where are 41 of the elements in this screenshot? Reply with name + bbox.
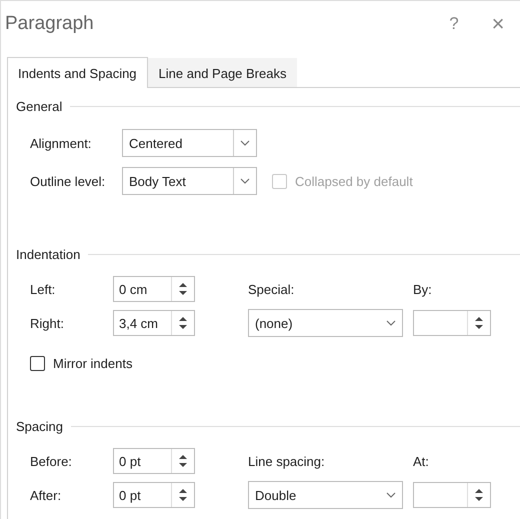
field-label: After: — [30, 488, 62, 502]
field-label: By: — [413, 282, 432, 296]
chevron-down-icon — [240, 178, 250, 184]
outline-level-dropdown[interactable]: Body Text — [122, 167, 257, 195]
right-indent-spinner[interactable]: 3,4 cm — [113, 310, 195, 336]
spin-arrows-icon — [475, 316, 483, 330]
left-indent-spinner[interactable]: 0 cm — [113, 276, 195, 302]
after-spacing-spinner[interactable]: 0 pt — [113, 482, 195, 508]
section-heading: Spacing — [16, 418, 63, 434]
spin-arrows-icon — [179, 454, 187, 468]
at-spinner[interactable] — [413, 482, 491, 508]
field-label: At: — [413, 454, 429, 468]
alignment-dropdown[interactable]: Centered — [122, 129, 257, 157]
field-label: Outline level: — [30, 174, 106, 188]
spin-arrows-icon — [179, 488, 187, 502]
tab[interactable]: Indents and Spacing — [7, 57, 148, 88]
tab[interactable]: Line and Page Breaks — [148, 58, 298, 87]
spin-arrows-icon — [179, 282, 187, 296]
field-label: Line spacing: — [248, 454, 326, 468]
before-spacing-spinner[interactable]: 0 pt — [113, 448, 195, 474]
field-label: Before: — [30, 454, 73, 468]
section-heading: Indentation — [16, 246, 80, 262]
checkbox-label: Collapsed by default — [295, 174, 413, 188]
spin-arrows-icon — [475, 488, 483, 502]
help-button[interactable]: ? — [432, 14, 476, 34]
field-label: Right: — [30, 316, 65, 330]
line-spacing-dropdown[interactable]: Double — [248, 481, 403, 509]
field-label: Special: — [248, 282, 296, 296]
chevron-down-icon — [386, 492, 396, 498]
close-button[interactable]: × — [476, 11, 520, 37]
spin-arrows-icon — [179, 316, 187, 330]
checkbox-label: Mirror indents — [53, 356, 132, 370]
field-label: Left: — [30, 282, 56, 296]
chevron-down-icon — [386, 320, 396, 326]
section-heading: General — [16, 98, 62, 114]
by-spinner[interactable] — [413, 310, 491, 336]
checkbox[interactable] — [30, 356, 45, 370]
chevron-down-icon — [240, 140, 250, 146]
field-label: Alignment: — [30, 136, 92, 150]
window-title: Paragraph — [5, 13, 95, 35]
special-dropdown[interactable]: (none) — [248, 309, 403, 337]
